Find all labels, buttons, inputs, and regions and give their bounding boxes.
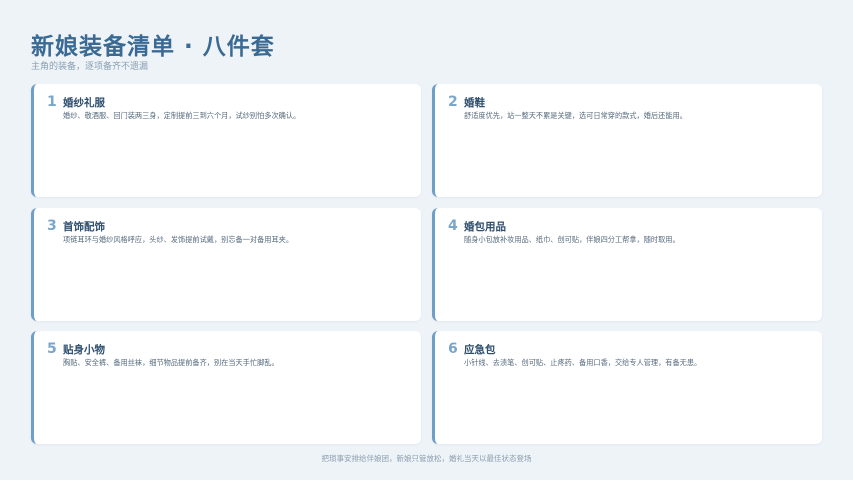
checklist-grid: 1 婚纱礼服 婚纱、敬酒服、回门装两三身，定制提前三到六个月，试纱别怕多次确认。…: [31, 84, 822, 444]
card-title: 贴身小物: [63, 344, 105, 356]
card-description: 随身小包放补妆用品、纸巾、创可贴，伴娘四分工帮拿，随时取用。: [464, 235, 680, 244]
card-description: 婚纱、敬酒服、回门装两三身，定制提前三到六个月，试纱别怕多次确认。: [63, 111, 301, 120]
page: 新娘装备清单 · 八件套 主角的装备，逐项备齐不遗漏 1 婚纱礼服 婚纱、敬酒服…: [0, 0, 853, 480]
footer-note: 把琐事安排给伴娘团，新娘只管放松，婚礼当天以最佳状态登场: [321, 454, 532, 463]
page-title: 新娘装备清单 · 八件套: [31, 34, 275, 60]
checklist-card-1: 1 婚纱礼服 婚纱、敬酒服、回门装两三身，定制提前三到六个月，试纱别怕多次确认。: [31, 84, 421, 197]
card-number: 2: [448, 94, 458, 110]
card-number: 4: [448, 218, 458, 234]
checklist-card-4: 4 婚包用品 随身小包放补妆用品、纸巾、创可贴，伴娘四分工帮拿，随时取用。: [432, 208, 822, 321]
card-title: 婚纱礼服: [63, 97, 105, 109]
card-title: 首饰配饰: [63, 221, 105, 233]
card-description: 小针线、去渍笔、创可贴、止疼药、备用口香，交给专人管理，有备无患。: [464, 358, 702, 367]
checklist-card-5: 5 贴身小物 胸贴、安全裤、备用丝袜，细节物品提前备齐，别在当天手忙脚乱。: [31, 331, 421, 444]
card-number: 6: [448, 341, 458, 357]
card-title: 应急包: [464, 344, 496, 356]
page-subtitle: 主角的装备，逐项备齐不遗漏: [31, 62, 149, 72]
card-number: 1: [47, 94, 57, 110]
card-description: 舒适度优先，站一整天不累是关键，选可日常穿的款式，婚后还能用。: [464, 111, 687, 120]
card-title: 婚包用品: [464, 221, 506, 233]
card-description: 项链耳环与婚纱风格呼应，头纱、发饰提前试戴，别忘备一对备用耳夹。: [63, 235, 294, 244]
card-number: 5: [47, 341, 57, 357]
checklist-card-2: 2 婚鞋 舒适度优先，站一整天不累是关键，选可日常穿的款式，婚后还能用。: [432, 84, 822, 197]
card-number: 3: [47, 218, 57, 234]
card-title: 婚鞋: [464, 97, 485, 109]
card-description: 胸贴、安全裤、备用丝袜，细节物品提前备齐，别在当天手忙脚乱。: [63, 358, 279, 367]
checklist-card-6: 6 应急包 小针线、去渍笔、创可贴、止疼药、备用口香，交给专人管理，有备无患。: [432, 331, 822, 444]
checklist-card-3: 3 首饰配饰 项链耳环与婚纱风格呼应，头纱、发饰提前试戴，别忘备一对备用耳夹。: [31, 208, 421, 321]
